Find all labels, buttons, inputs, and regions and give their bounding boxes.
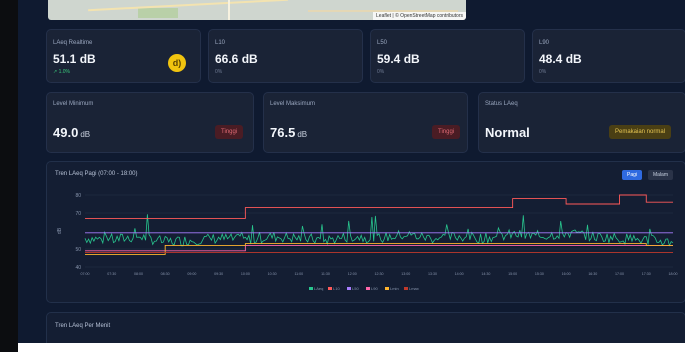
level-min-card: Level Minimum 49.0 dB Tinggi	[46, 92, 254, 153]
stat-trend: ↗ 1.0%	[53, 69, 70, 75]
legend-label: Lmax	[409, 286, 419, 291]
y-tick-label: 70	[75, 211, 81, 217]
level-number: 76.5	[270, 125, 296, 140]
per-minute-trend-card: Tren LAeq Per Menit	[46, 312, 685, 345]
stat-value: 51.1 dB	[53, 52, 96, 66]
x-tick-label: 17:30	[642, 272, 651, 276]
series-line-l90	[85, 244, 673, 252]
x-tick-label: 11:30	[321, 272, 330, 276]
level-value: 49.0 dB	[53, 125, 90, 140]
volume-icon: d)	[168, 54, 186, 72]
x-tick-label: 12:00	[348, 272, 357, 276]
status-value: Normal	[485, 125, 530, 140]
x-tick-label: 14:00	[455, 272, 464, 276]
stat-value: 59.4 dB	[377, 52, 420, 66]
legend-label: L10	[333, 286, 340, 291]
x-tick-label: 14:30	[481, 272, 490, 276]
map-attribution[interactable]: Leaflet | © OpenStreetMap contributors	[373, 12, 466, 20]
series-line-laeq	[84, 214, 674, 247]
map-view[interactable]: Leaflet | © OpenStreetMap contributors	[48, 0, 466, 20]
stat-sub: 0%	[539, 69, 547, 75]
status-badge: Pemakaian normal	[609, 125, 672, 139]
chart-title: Tren LAeq Per Menit	[55, 323, 111, 329]
x-tick-label: 13:00	[401, 272, 410, 276]
left-border	[0, 0, 18, 352]
laeq-trend-card: Tren LAeq Pagi (07:00 - 18:00) Pagi Mala…	[46, 161, 685, 303]
y-tick-label: 40	[75, 265, 81, 271]
map-road	[88, 0, 288, 12]
y-tick-label: 80	[75, 193, 81, 199]
legend-swatch	[385, 287, 389, 290]
legend-swatch	[309, 287, 313, 290]
status-label: Status LAeq	[485, 101, 518, 107]
level-unit: dB	[80, 130, 91, 139]
y-axis-label: dB	[57, 227, 63, 234]
legend-label: L50	[352, 286, 359, 291]
x-tick-label: 08:30	[161, 272, 170, 276]
level-status-badge: Tinggi	[215, 125, 244, 139]
x-tick-label: 08:00	[134, 272, 143, 276]
legend-label: LAeq	[314, 286, 323, 291]
x-tick-label: 10:00	[241, 272, 250, 276]
stat-sub: 0%	[377, 69, 385, 75]
legend-label: Lmin	[390, 286, 399, 291]
x-tick-label: 09:00	[187, 272, 196, 276]
status-laeq-card: Status LAeq Normal Pemakaian normal	[478, 92, 685, 153]
stat-label: L10	[215, 40, 226, 46]
legend-label: L90	[371, 286, 378, 291]
x-tick-label: 18:00	[669, 272, 678, 276]
x-tick-label: 16:30	[588, 272, 597, 276]
legend-swatch	[347, 287, 351, 290]
x-tick-label: 12:30	[375, 272, 384, 276]
x-tick-label: 09:30	[214, 272, 223, 276]
stat-value: 48.4 dB	[539, 52, 582, 66]
level-unit: dB	[297, 130, 308, 139]
x-tick-label: 13:30	[428, 272, 437, 276]
level-number: 49.0	[53, 125, 79, 140]
series-line-l10	[85, 194, 673, 219]
y-tick-label: 50	[75, 247, 81, 253]
legend-swatch	[404, 287, 408, 290]
bottom-border	[18, 343, 685, 352]
x-tick-label: 15:00	[508, 272, 517, 276]
stat-label: L50	[377, 40, 388, 46]
x-tick-label: 07:00	[81, 272, 90, 276]
trend-line-chart: 40 50 70 80 dB 07:00 07:30 08:00 08:30 09:00 09:30…	[57, 193, 678, 291]
x-tick-label: 16:00	[562, 272, 571, 276]
x-tick-label: 17:00	[615, 272, 624, 276]
stat-card-l10: L10 66.6 dB 0%	[208, 29, 363, 83]
stat-label: L90	[539, 40, 550, 46]
map-road	[228, 0, 230, 20]
stat-sub: 0%	[215, 69, 223, 75]
stat-card-l50: L50 59.4 dB 0%	[370, 29, 525, 83]
x-tick-label: 15:30	[535, 272, 544, 276]
stat-card-l90: L90 48.4 dB 0%	[532, 29, 685, 83]
stat-card-laeq: LAeq Realtime 51.1 dB ↗ 1.0% d)	[46, 29, 201, 83]
legend-swatch	[328, 287, 332, 290]
legend-swatch	[366, 287, 370, 290]
level-max-card: Level Maksimum 76.5 dB Tinggi	[263, 92, 468, 153]
level-label: Level Minimum	[53, 101, 94, 107]
stat-label: LAeq Realtime	[53, 40, 93, 46]
level-status-badge: Tinggi	[432, 125, 461, 139]
x-tick-label: 11:00	[294, 272, 303, 276]
x-tick-label: 10:30	[268, 272, 277, 276]
x-tick-label: 07:30	[107, 272, 116, 276]
map-park	[138, 8, 178, 18]
stat-value: 66.6 dB	[215, 52, 258, 66]
level-label: Level Maksimum	[270, 101, 316, 107]
level-value: 76.5 dB	[270, 125, 307, 140]
